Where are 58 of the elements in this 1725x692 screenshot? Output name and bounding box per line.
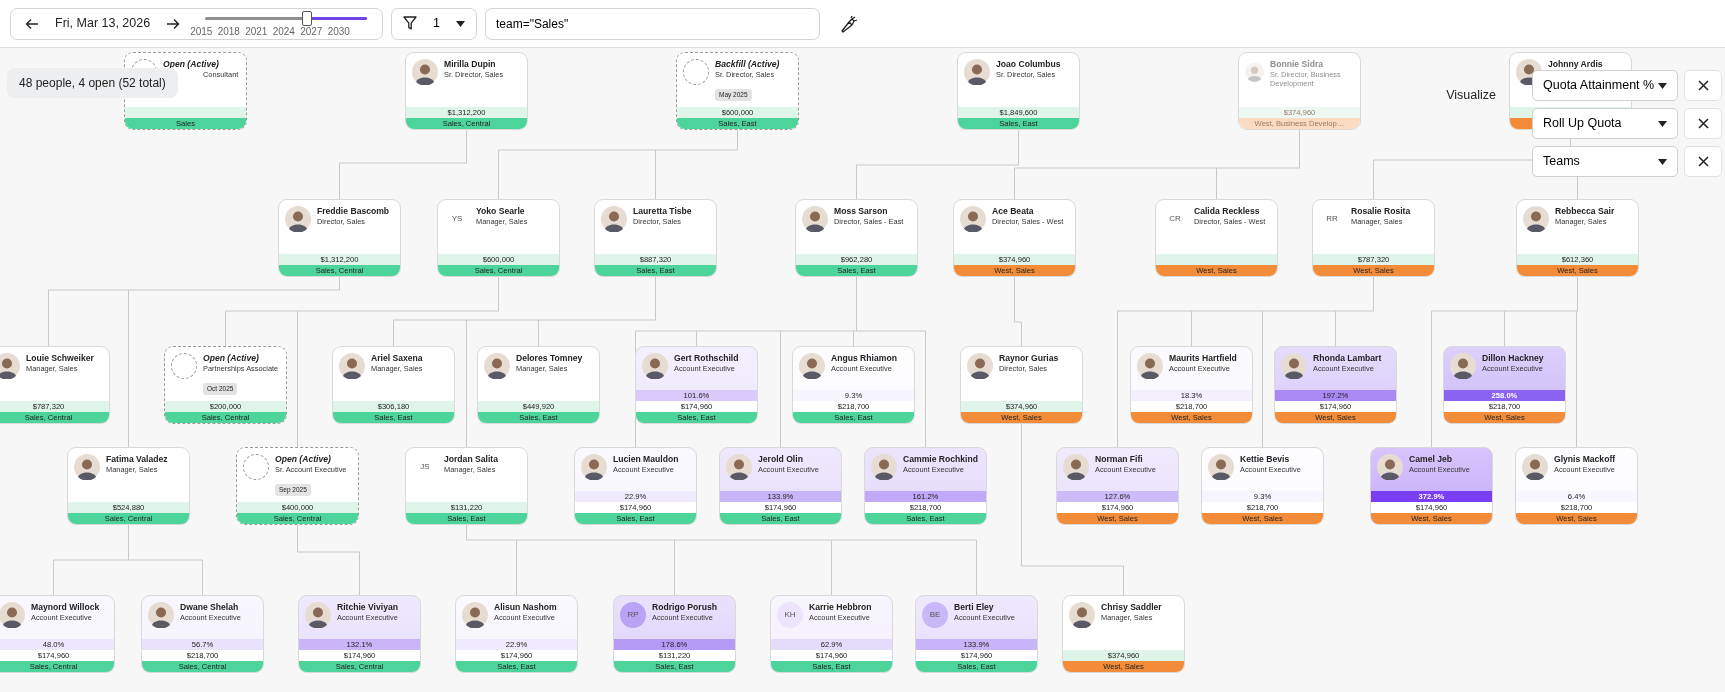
person-name: Open (Active) [275,454,332,465]
person-name: Maynord Willock [31,602,100,613]
person-name: Camel Jeb [1409,454,1453,465]
person-name: Rebbecca Sair [1555,206,1615,217]
person-name: Backfill (Active) [715,59,780,70]
year-label: 2030 [327,24,350,39]
year-label: 2027 [300,24,323,39]
year-label: 2015 [190,24,213,39]
person-name: Dillon Hackney [1482,353,1544,364]
person-name: Berti Eley [954,602,995,613]
person-name: Open (Active) [163,59,220,70]
person-name: Cammie Rochkind [903,454,978,465]
person-name: Moss Sarson [834,206,889,217]
person-name: Bonnie Sidra [1270,59,1325,70]
person-name: Lucien Mauldon [613,454,679,465]
year-label: 2021 [245,24,268,39]
person-name: Mirilla Dupin [444,59,497,70]
avatar-initials: BE [922,602,948,628]
person-name: Raynor Gurias [999,353,1059,364]
person-name: Jerold Olin [758,454,804,465]
avatar-initials: JS [419,461,431,473]
person-name: Joao Columbus [996,59,1061,70]
person-name: Rodrigo Porush [652,602,717,613]
person-name: Rhonda Lambart [1313,353,1382,364]
person-name: Lauretta Tisbe [633,206,692,217]
year-label: 2018 [217,24,240,39]
person-name: Chrisy Saddler [1101,602,1162,613]
people-summary-toast: 48 people, 4 open (52 total) [7,68,178,98]
visualize-label: Visualize [1446,87,1496,102]
avatar-initials: CR [1168,213,1182,225]
person-name: Calida Reckless [1194,206,1261,217]
person-name: Glynis Mackoff [1554,454,1616,465]
person-name: Gert Rothschild [674,353,739,364]
person-name: Johnny Ardis [1548,59,1603,70]
person-name: Ritchie Viviyan [337,602,398,613]
person-name: Ace Beata [992,206,1035,217]
person-name: Maurits Hartfield [1169,353,1237,364]
person-name: Fatima Valadez [106,454,168,465]
person-name: Jordan Salita [444,454,498,465]
person-name: Open (Active) [203,353,260,364]
avatar-initials: RR [1325,213,1339,225]
person-name: Dwane Shelah [180,602,240,613]
person-name: Karrie Hebbron [809,602,872,613]
person-name: Angus Rhiamon [831,353,897,364]
person-name: Norman Fifi [1095,454,1144,465]
person-name: Rosalie Rosita [1351,206,1411,217]
avatar-initials: KH [777,602,803,628]
year-label: 2024 [272,24,295,39]
person-name: Freddie Bascomb [317,206,390,217]
person-name: Yoko Searle [476,206,526,217]
avatar-initials: RP [620,602,646,628]
person-name: Louie Schweiker [26,353,94,364]
person-name: Ariel Saxena [371,353,423,364]
person-name: Alisun Nashom [494,602,557,613]
avatar-initials: YS [450,213,464,225]
date-label: Fri, Mar 13, 2026 [55,15,151,33]
person-name: Kettie Bevis [1240,454,1291,465]
person-name: Delores Tomney [516,353,583,364]
